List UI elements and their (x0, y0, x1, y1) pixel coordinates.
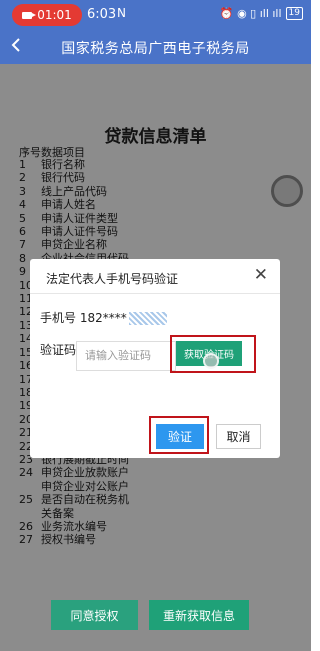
cancel-button[interactable]: 取消 (216, 424, 261, 449)
phone-number-row: 手机号 182**** (40, 309, 167, 326)
app-header: 国家税务总局广西电子税务局 (0, 30, 311, 64)
battery-icon: 19 (285, 7, 303, 20)
status-icons: ⏰ ◉ ▯ ıll ıll 19 (220, 7, 303, 20)
divider (30, 293, 280, 294)
highlight-box-verify (149, 416, 209, 454)
code-label: 验证码 (40, 343, 77, 357)
close-button[interactable]: ✕ (254, 265, 268, 285)
refetch-info-button[interactable]: 重新获取信息 (149, 600, 249, 630)
close-icon: ✕ (253, 265, 268, 285)
highlight-box-get-code (170, 335, 256, 373)
nfc-icon: N (117, 6, 126, 20)
recording-time: 01:01 (37, 8, 72, 22)
page-title: 国家税务总局广西电子税务局 (61, 41, 250, 57)
phone-label: 手机号 (40, 311, 77, 325)
phone-verification-dialog: 法定代表人手机号码验证 ✕ 手机号 182**** 验证码 请输入验证码 获取验… (30, 259, 280, 458)
screen-recording-indicator[interactable]: 01:01 (12, 4, 82, 26)
agree-authorize-button[interactable]: 同意授权 (51, 600, 138, 630)
dialog-title: 法定代表人手机号码验证 (46, 272, 179, 286)
verification-code-input[interactable]: 请输入验证码 (76, 341, 176, 371)
status-bar: 01:01 6:03 N ⏰ ◉ ▯ ıll ıll 19 (0, 0, 311, 30)
redaction-mask (128, 312, 167, 325)
phone-value: 182**** (79, 311, 127, 325)
video-camera-icon (22, 11, 37, 19)
clock: 6:03 (87, 7, 117, 22)
status-icon-group: ⏰ ◉ ▯ ıll ıll (219, 7, 282, 20)
